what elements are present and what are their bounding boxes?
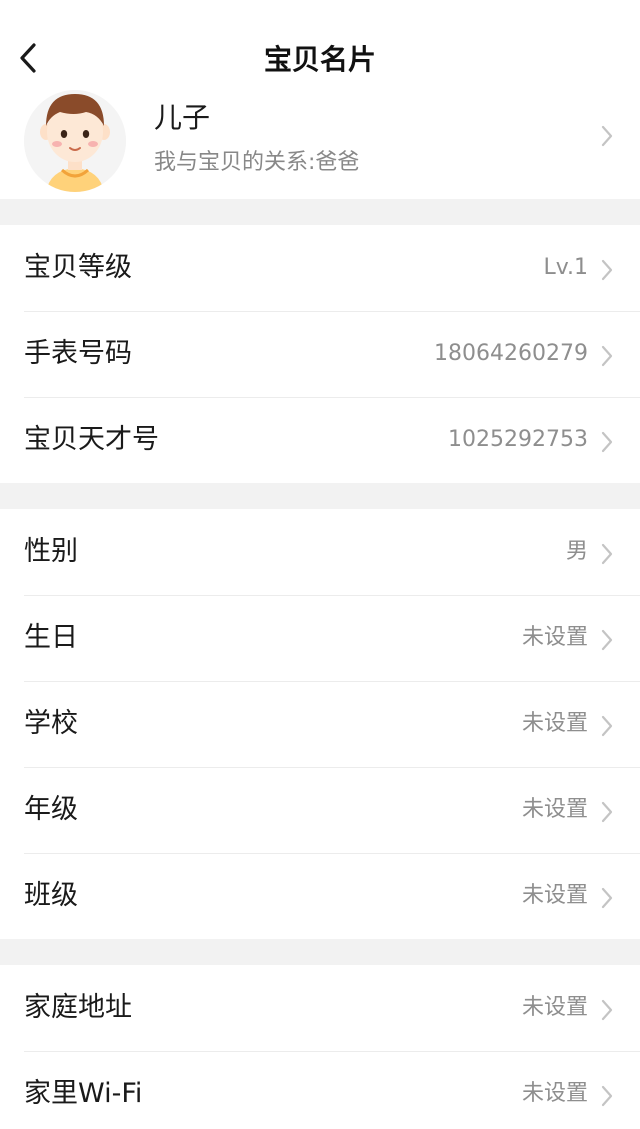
row-label: 年级	[24, 794, 78, 825]
row-value: 未设置	[521, 797, 588, 822]
watch-number-row[interactable]: 手表号码 18064260279	[0, 311, 640, 397]
section-divider	[0, 199, 640, 225]
baby-card-screen: 宝贝名片 儿子 我与宝贝的关系:爸爸 宝贝等级 Lv.1 手表号码 180642…	[0, 0, 640, 1129]
gender-row[interactable]: 性别 男	[0, 509, 640, 595]
row-value: 未设置	[521, 883, 588, 908]
section-divider	[0, 483, 640, 509]
page-title: 宝贝名片	[263, 43, 376, 76]
chevron-right-icon	[600, 886, 614, 910]
chevron-right-icon	[600, 258, 614, 282]
baby-name: 儿子	[154, 101, 211, 134]
row-value: Lv.1	[543, 255, 588, 280]
chevron-right-icon	[600, 1084, 614, 1108]
row-label: 性别	[24, 536, 78, 567]
genius-id-row[interactable]: 宝贝天才号 1025292753	[0, 397, 640, 483]
row-label: 家里Wi-Fi	[24, 1078, 143, 1109]
row-label: 生日	[24, 622, 78, 653]
row-label: 班级	[24, 880, 78, 911]
section-divider	[0, 939, 640, 965]
row-label: 宝贝天才号	[24, 424, 159, 455]
chevron-right-icon	[600, 542, 614, 566]
row-label: 家庭地址	[24, 992, 132, 1023]
chevron-right-icon	[600, 800, 614, 824]
row-value: 18064260279	[434, 341, 588, 366]
chevron-right-icon	[600, 628, 614, 652]
home-info-group: 家庭地址 未设置 家里Wi-Fi 未设置	[0, 965, 640, 1129]
home-wifi-row[interactable]: 家里Wi-Fi 未设置	[0, 1051, 640, 1129]
account-info-group: 宝贝等级 Lv.1 手表号码 18064260279 宝贝天才号 1025292…	[0, 225, 640, 483]
personal-info-group: 性别 男 生日 未设置 学校 未设置 年级 未设置 班级 未设置	[0, 509, 640, 939]
row-label: 学校	[24, 708, 78, 739]
row-label: 宝贝等级	[24, 252, 132, 283]
profile-row[interactable]: 儿子 我与宝贝的关系:爸爸	[0, 90, 640, 199]
chevron-right-icon	[600, 430, 614, 454]
nav-bar: 宝贝名片	[0, 0, 640, 98]
row-value: 男	[565, 539, 588, 564]
chevron-right-icon	[600, 714, 614, 738]
row-value: 未设置	[521, 1081, 588, 1106]
row-value: 未设置	[521, 711, 588, 736]
chevron-right-icon	[600, 344, 614, 368]
row-value: 未设置	[521, 995, 588, 1020]
school-row[interactable]: 学校 未设置	[0, 681, 640, 767]
level-row[interactable]: 宝贝等级 Lv.1	[0, 225, 640, 311]
row-value: 未设置	[521, 625, 588, 650]
home-address-row[interactable]: 家庭地址 未设置	[0, 965, 640, 1051]
boy-avatar-icon	[24, 90, 126, 192]
chevron-right-icon	[600, 998, 614, 1022]
chevron-right-icon	[600, 124, 614, 148]
birthday-row[interactable]: 生日 未设置	[0, 595, 640, 681]
class-row[interactable]: 班级 未设置	[0, 853, 640, 939]
row-value: 1025292753	[448, 427, 588, 452]
relation-text: 我与宝贝的关系:爸爸	[154, 150, 360, 175]
row-label: 手表号码	[24, 338, 132, 369]
grade-row[interactable]: 年级 未设置	[0, 767, 640, 853]
